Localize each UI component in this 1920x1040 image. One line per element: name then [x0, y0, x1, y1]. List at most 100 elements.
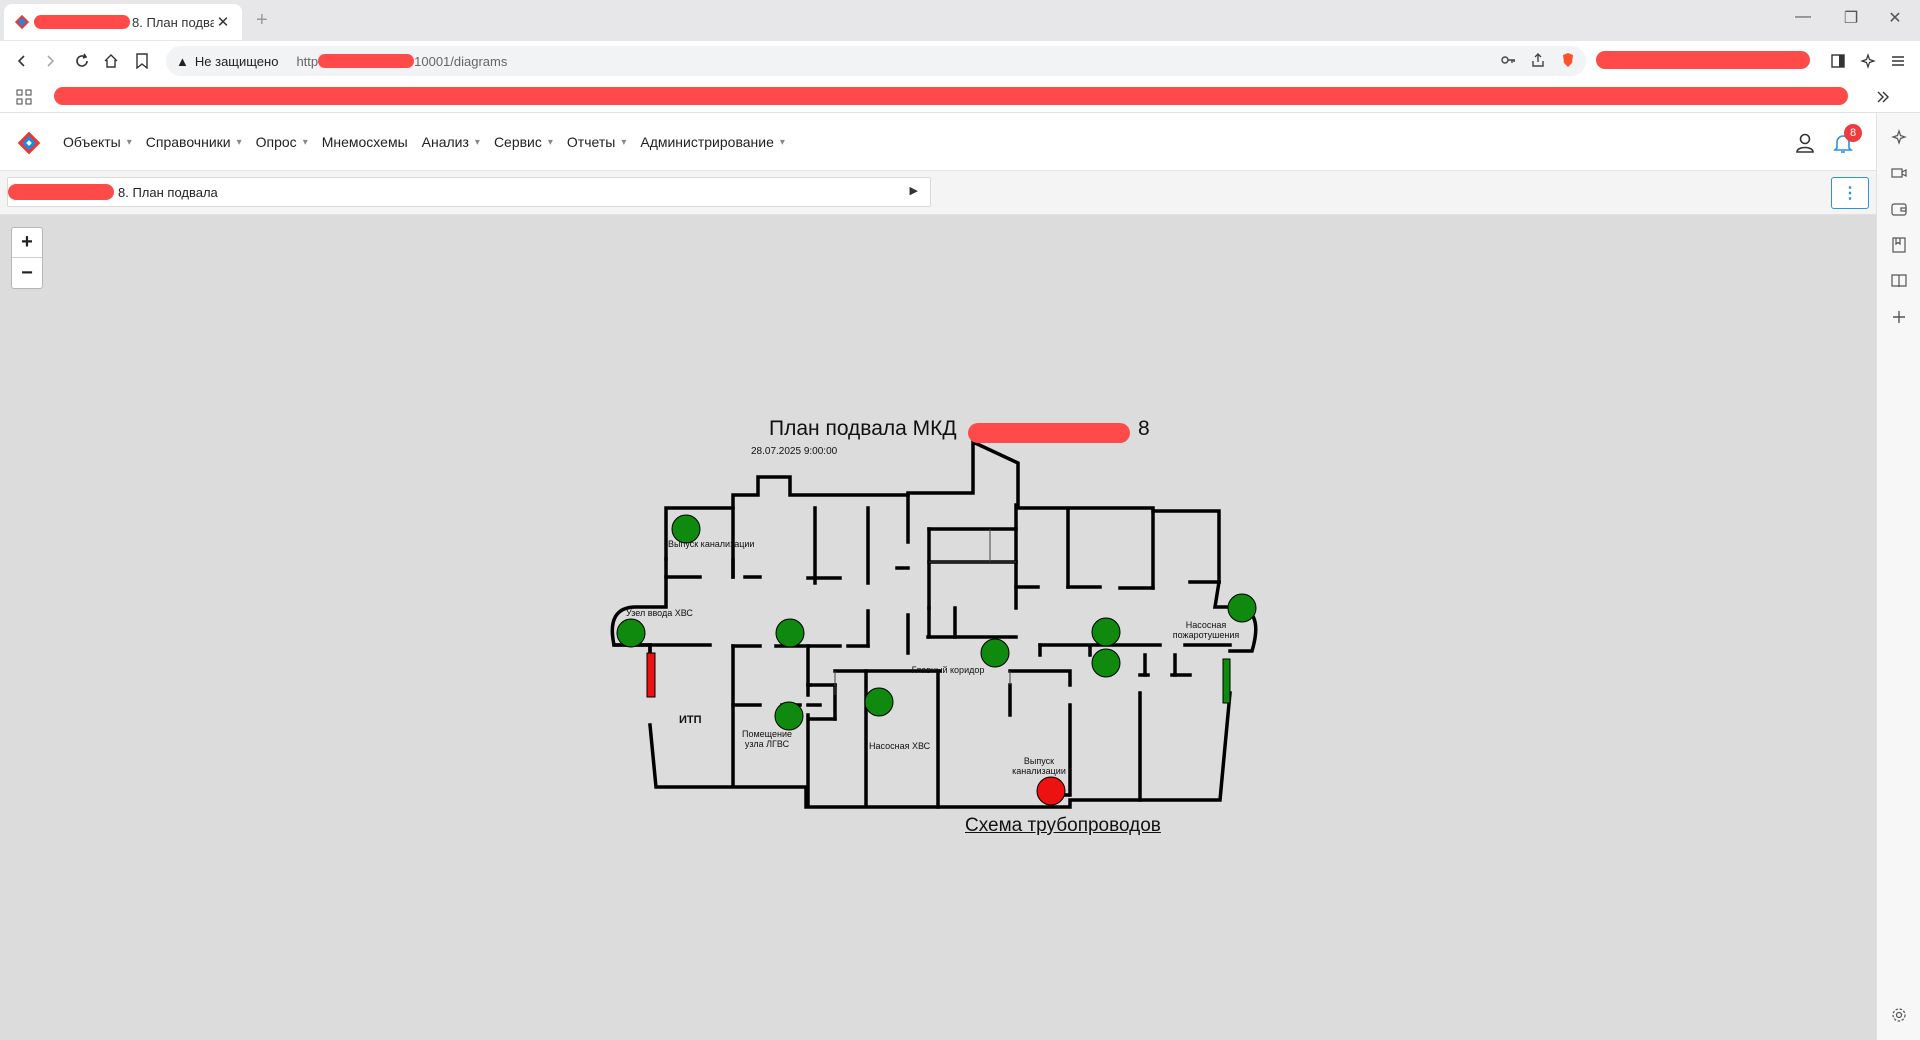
menu-item-reports[interactable]: Отчеты ▾ [567, 134, 626, 150]
key-icon[interactable] [1500, 52, 1516, 68]
menu-item-objects[interactable]: Объекты ▾ [63, 134, 132, 150]
menu-item-analysis[interactable]: Анализ ▾ [422, 134, 480, 150]
chevron-double-right-icon[interactable] [1876, 90, 1890, 104]
hamburger-icon [1892, 56, 1904, 66]
menu-item-admin[interactable]: Администрирование ▾ [640, 134, 785, 150]
bookmark-button[interactable] [130, 49, 154, 73]
redacted-block [34, 15, 130, 29]
sensor-ok [1091, 617, 1121, 647]
breadcrumb-text: 8. План подвала [118, 184, 218, 200]
reading-list-icon[interactable] [1889, 271, 1909, 291]
tab-title: 8. План подвала [132, 14, 214, 30]
menu-item-references[interactable]: Справочники ▾ [146, 134, 242, 150]
chevron-down-icon: ▾ [779, 136, 785, 148]
room-label-fire-pump: Насосная пожаротушения [1172, 620, 1240, 640]
app-logo-icon[interactable] [16, 130, 42, 156]
arrow-right-icon [47, 55, 55, 67]
browser-tabbar: 8. План подвала ✕ + — ❐ ✕ [0, 0, 1920, 41]
diagram-canvas[interactable]: + − Выпуск канализации Узел ввода ХВС ИТ… [0, 215, 1876, 1040]
room-label-sewer-outlet-2: Выпуск канализации [1012, 756, 1066, 776]
menu-item-service[interactable]: Сервис ▾ [494, 134, 553, 150]
diagram-title: План подвала МКД [769, 417, 957, 440]
chevron-down-icon: ▾ [621, 136, 627, 148]
notification-badge[interactable]: 8 [1844, 124, 1862, 142]
close-window-button[interactable]: ✕ [1872, 8, 1918, 28]
menu-item-polling[interactable]: Опрос ▾ [256, 134, 308, 150]
browser-right-sidebar [1876, 113, 1920, 1040]
address-bar[interactable]: ▲ Не защищено http 10001/diagrams [166, 46, 1586, 76]
chevron-down-icon: ▾ [474, 136, 480, 148]
url-prefix: http [296, 53, 319, 69]
forward-button[interactable] [38, 49, 62, 73]
sensor-ok [980, 638, 1010, 668]
user-icon[interactable] [1794, 132, 1816, 154]
room-label-main-corridor: Главный коридор [911, 665, 985, 675]
tab-close-icon[interactable]: ✕ [214, 13, 232, 31]
breadcrumb[interactable]: 8. План подвала ▶ [7, 177, 931, 207]
breadcrumb-row: 8. План подвала ▶ ⋮ [0, 171, 1876, 215]
security-label[interactable]: Не защищено [195, 54, 279, 69]
room-label-itp: ИТП [679, 714, 702, 726]
app-favicon-icon [14, 14, 30, 30]
chevron-down-icon: ▾ [302, 136, 308, 148]
home-icon [104, 54, 118, 68]
url-suffix: 10001/diagrams [414, 53, 508, 69]
alarm-indicator [646, 652, 656, 698]
sensor-alarm [1036, 776, 1066, 806]
sensor-ok [774, 701, 804, 731]
share-icon[interactable] [1530, 52, 1546, 68]
room-label-sewer-outlet-1: Выпуск канализации [668, 539, 755, 549]
sidebar-toggle-button[interactable] [1826, 49, 1850, 73]
diagram-title-suffix: 8 [1138, 417, 1150, 440]
browser-tab-active[interactable]: 8. План подвала ✕ [4, 4, 242, 40]
sparkle-icon[interactable] [1889, 127, 1909, 147]
minimize-button[interactable]: — [1780, 8, 1826, 26]
home-button[interactable] [99, 49, 123, 73]
omnibox-actions [1500, 52, 1576, 68]
sensor-ok [864, 687, 894, 717]
sensor-ok [1091, 648, 1121, 678]
chevron-down-icon: ▾ [547, 136, 553, 148]
sparkle-icon [1860, 53, 1876, 69]
menu-item-mnemonic[interactable]: Мнемосхемы [322, 134, 408, 150]
redacted-block [318, 54, 415, 68]
room-label-cold-water-input: Узел ввода ХВС [626, 608, 693, 618]
bookmark-icon [136, 53, 148, 69]
redacted-block [1596, 51, 1810, 69]
add-panel-icon[interactable] [1889, 307, 1909, 327]
bookmarks-bar [0, 81, 1920, 113]
brave-shield-icon[interactable] [1560, 52, 1576, 68]
reload-icon [76, 53, 88, 67]
reload-button[interactable] [70, 49, 94, 73]
diagram-datetime: 28.07.2025 9:00:00 [751, 446, 838, 457]
caret-right-icon[interactable]: ▶ [910, 184, 918, 197]
browser-toolbar: ▲ Не защищено http 10001/diagrams [0, 41, 1920, 81]
arrow-left-icon [17, 55, 25, 67]
redacted-block [968, 423, 1130, 443]
video-call-icon[interactable] [1889, 163, 1909, 183]
sensor-ok [1227, 593, 1257, 623]
app-header: Объекты ▾ Справочники ▾ Опрос ▾ Мнемосхемы … [0, 113, 1876, 171]
restore-button[interactable]: ❐ [1828, 8, 1874, 28]
more-options-button[interactable]: ⋮ [1831, 177, 1869, 209]
pipeline-scheme-link[interactable]: Схема трубопроводов [965, 815, 1161, 837]
bookmarks-panel-icon[interactable] [1889, 235, 1909, 255]
redacted-block [8, 184, 114, 200]
room-label-lgvs: Помещение узла ЛГВС [742, 729, 792, 749]
ok-indicator [1222, 658, 1231, 704]
leo-ai-button[interactable] [1856, 49, 1880, 73]
back-button[interactable] [10, 49, 34, 73]
browser-menu-button[interactable] [1886, 49, 1910, 73]
wallet-icon[interactable] [1889, 199, 1909, 219]
sensor-ok [775, 618, 805, 648]
chevron-down-icon: ▾ [236, 136, 242, 148]
warning-icon[interactable]: ▲ [176, 54, 189, 69]
room-label-cold-water-pump: Насосная ХВС [869, 741, 931, 751]
redacted-block [54, 87, 1848, 105]
apps-grid-icon[interactable] [16, 89, 32, 105]
floor-plan [610, 439, 1258, 809]
settings-gear-icon[interactable] [1889, 1005, 1909, 1025]
main-menu: Объекты ▾ Справочники ▾ Опрос ▾ Мнемосхемы … [63, 113, 799, 171]
sidebar-icon [1831, 54, 1845, 68]
new-tab-button[interactable]: + [256, 9, 268, 32]
